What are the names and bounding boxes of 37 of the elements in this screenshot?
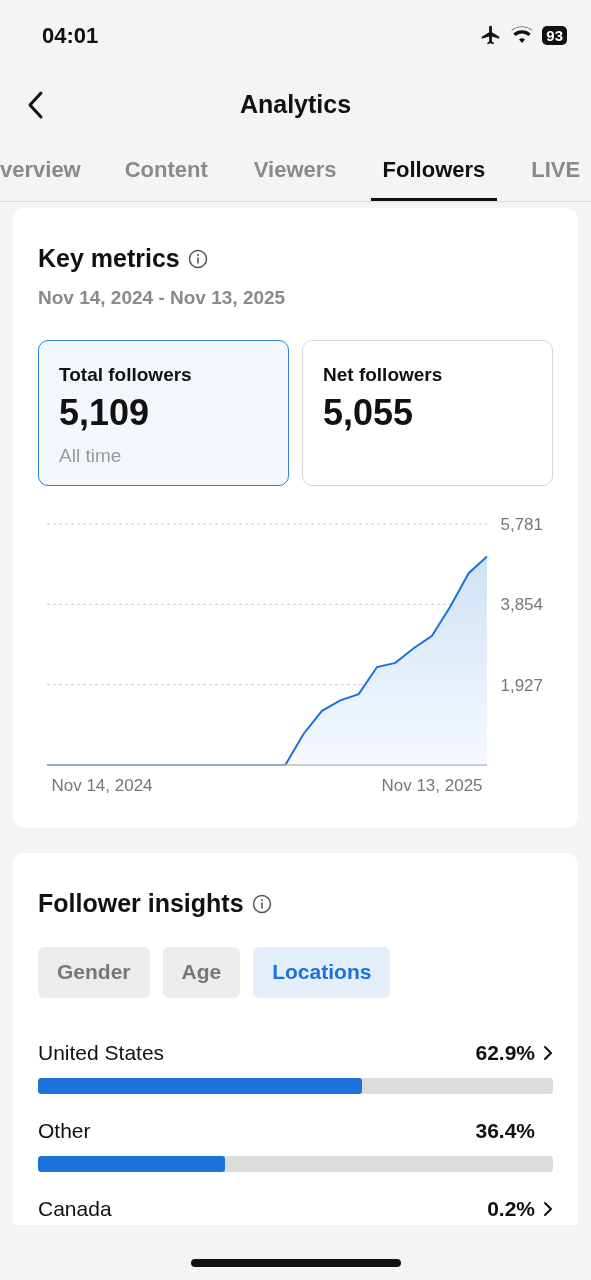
- section-title: Follower insights: [38, 888, 244, 919]
- metric-value: 5,109: [59, 390, 151, 435]
- page-title: Analytics: [239, 89, 352, 121]
- filter-chip[interactable]: Locations: [253, 946, 391, 998]
- location-percent: 62.9%: [475, 1039, 535, 1066]
- x-tick-label: Nov 14, 2024: [51, 776, 153, 795]
- section-title: Key metrics: [38, 243, 180, 274]
- filter-chip[interactable]: Gender: [38, 946, 150, 998]
- tab[interactable]: Viewers: [241, 140, 349, 201]
- tab[interactable]: verview: [0, 140, 91, 201]
- metric-card[interactable]: Total followers 5,109 All time: [38, 340, 289, 486]
- metric-label: Net followers: [323, 363, 444, 387]
- status-time: 04:01: [42, 21, 99, 50]
- metric-label: Total followers: [59, 363, 193, 387]
- y-tick-label: 5,781: [500, 515, 543, 534]
- date-range: Nov 14, 2024 - Nov 13, 2025: [38, 285, 287, 310]
- chevron-right-icon: [543, 1044, 553, 1061]
- back-icon[interactable]: [26, 90, 44, 120]
- tab[interactable]: Content: [112, 140, 220, 201]
- chevron-right-icon: [543, 1200, 553, 1217]
- info-icon[interactable]: [187, 248, 208, 269]
- location-name: United States: [38, 1039, 165, 1066]
- location-name: Other: [38, 1117, 91, 1144]
- metric-card[interactable]: Net followers 5,055: [302, 340, 553, 486]
- filter-chip[interactable]: Age: [162, 946, 241, 998]
- info-icon[interactable]: [251, 893, 272, 914]
- x-tick-label: Nov 13, 2025: [381, 776, 483, 795]
- location-name: Canada: [38, 1195, 112, 1222]
- location-percent: 36.4%: [475, 1117, 535, 1144]
- y-tick-label: 1,927: [500, 675, 543, 695]
- metric-value: 5,055: [323, 390, 415, 435]
- tab[interactable]: LIVE: [519, 140, 591, 201]
- metric-note: All time: [59, 443, 123, 468]
- tab[interactable]: Followers: [370, 140, 498, 201]
- location-percent: 0.2%: [487, 1195, 535, 1222]
- battery-indicator: 93: [542, 25, 567, 45]
- y-tick-label: 3,854: [500, 595, 543, 615]
